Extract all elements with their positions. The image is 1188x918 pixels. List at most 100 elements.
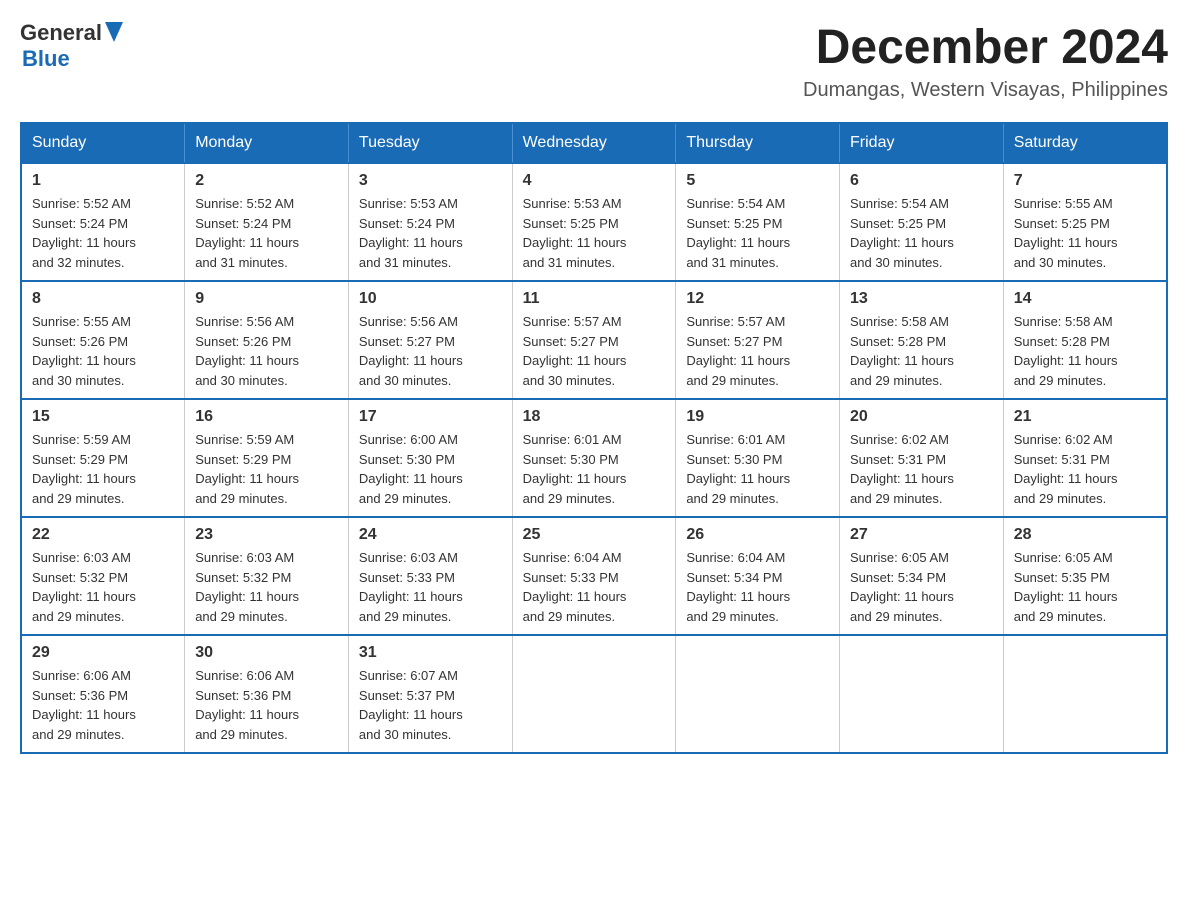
day-number: 2 (195, 172, 338, 190)
logo-arrow-icon (105, 22, 123, 42)
calendar-cell: 2 Sunrise: 5:52 AM Sunset: 5:24 PM Dayli… (185, 163, 349, 281)
day-number: 11 (523, 290, 666, 308)
header-saturday: Saturday (1003, 123, 1167, 163)
calendar-cell: 5 Sunrise: 5:54 AM Sunset: 5:25 PM Dayli… (676, 163, 840, 281)
day-info: Sunrise: 5:58 AM Sunset: 5:28 PM Dayligh… (850, 312, 993, 390)
day-number: 12 (686, 290, 829, 308)
day-info: Sunrise: 6:07 AM Sunset: 5:37 PM Dayligh… (359, 666, 502, 744)
calendar-cell (840, 635, 1004, 753)
calendar-cell: 7 Sunrise: 5:55 AM Sunset: 5:25 PM Dayli… (1003, 163, 1167, 281)
day-number: 4 (523, 172, 666, 190)
calendar-cell: 22 Sunrise: 6:03 AM Sunset: 5:32 PM Dayl… (21, 517, 185, 635)
header-wednesday: Wednesday (512, 123, 676, 163)
day-info: Sunrise: 5:55 AM Sunset: 5:26 PM Dayligh… (32, 312, 174, 390)
calendar-cell: 16 Sunrise: 5:59 AM Sunset: 5:29 PM Dayl… (185, 399, 349, 517)
calendar-cell: 13 Sunrise: 5:58 AM Sunset: 5:28 PM Dayl… (840, 281, 1004, 399)
calendar-cell: 6 Sunrise: 5:54 AM Sunset: 5:25 PM Dayli… (840, 163, 1004, 281)
calendar-cell: 29 Sunrise: 6:06 AM Sunset: 5:36 PM Dayl… (21, 635, 185, 753)
day-number: 13 (850, 290, 993, 308)
calendar-cell: 18 Sunrise: 6:01 AM Sunset: 5:30 PM Dayl… (512, 399, 676, 517)
week-row-5: 29 Sunrise: 6:06 AM Sunset: 5:36 PM Dayl… (21, 635, 1167, 753)
day-info: Sunrise: 6:03 AM Sunset: 5:32 PM Dayligh… (32, 548, 174, 626)
day-info: Sunrise: 5:54 AM Sunset: 5:25 PM Dayligh… (850, 194, 993, 272)
calendar-cell: 8 Sunrise: 5:55 AM Sunset: 5:26 PM Dayli… (21, 281, 185, 399)
calendar-cell: 1 Sunrise: 5:52 AM Sunset: 5:24 PM Dayli… (21, 163, 185, 281)
location-title: Dumangas, Western Visayas, Philippines (803, 79, 1168, 102)
calendar-cell: 21 Sunrise: 6:02 AM Sunset: 5:31 PM Dayl… (1003, 399, 1167, 517)
day-number: 9 (195, 290, 338, 308)
calendar-cell: 23 Sunrise: 6:03 AM Sunset: 5:32 PM Dayl… (185, 517, 349, 635)
header-sunday: Sunday (21, 123, 185, 163)
month-title: December 2024 (803, 20, 1168, 75)
calendar-cell (512, 635, 676, 753)
day-info: Sunrise: 6:05 AM Sunset: 5:34 PM Dayligh… (850, 548, 993, 626)
day-info: Sunrise: 6:02 AM Sunset: 5:31 PM Dayligh… (850, 430, 993, 508)
calendar-cell: 26 Sunrise: 6:04 AM Sunset: 5:34 PM Dayl… (676, 517, 840, 635)
day-number: 17 (359, 408, 502, 426)
day-info: Sunrise: 6:05 AM Sunset: 5:35 PM Dayligh… (1014, 548, 1156, 626)
day-info: Sunrise: 6:04 AM Sunset: 5:34 PM Dayligh… (686, 548, 829, 626)
calendar-cell: 4 Sunrise: 5:53 AM Sunset: 5:25 PM Dayli… (512, 163, 676, 281)
day-info: Sunrise: 5:55 AM Sunset: 5:25 PM Dayligh… (1014, 194, 1156, 272)
calendar-cell: 28 Sunrise: 6:05 AM Sunset: 5:35 PM Dayl… (1003, 517, 1167, 635)
day-info: Sunrise: 5:54 AM Sunset: 5:25 PM Dayligh… (686, 194, 829, 272)
day-info: Sunrise: 5:57 AM Sunset: 5:27 PM Dayligh… (523, 312, 666, 390)
day-number: 25 (523, 526, 666, 544)
day-info: Sunrise: 5:52 AM Sunset: 5:24 PM Dayligh… (195, 194, 338, 272)
calendar-cell: 17 Sunrise: 6:00 AM Sunset: 5:30 PM Dayl… (348, 399, 512, 517)
week-row-3: 15 Sunrise: 5:59 AM Sunset: 5:29 PM Dayl… (21, 399, 1167, 517)
day-info: Sunrise: 5:56 AM Sunset: 5:26 PM Dayligh… (195, 312, 338, 390)
logo-general: General (20, 21, 102, 45)
day-number: 26 (686, 526, 829, 544)
day-info: Sunrise: 5:56 AM Sunset: 5:27 PM Dayligh… (359, 312, 502, 390)
day-number: 19 (686, 408, 829, 426)
calendar-cell (1003, 635, 1167, 753)
calendar-cell: 19 Sunrise: 6:01 AM Sunset: 5:30 PM Dayl… (676, 399, 840, 517)
calendar-cell: 10 Sunrise: 5:56 AM Sunset: 5:27 PM Dayl… (348, 281, 512, 399)
day-number: 18 (523, 408, 666, 426)
day-number: 7 (1014, 172, 1156, 190)
day-number: 10 (359, 290, 502, 308)
header-friday: Friday (840, 123, 1004, 163)
day-info: Sunrise: 6:03 AM Sunset: 5:32 PM Dayligh… (195, 548, 338, 626)
day-number: 5 (686, 172, 829, 190)
day-info: Sunrise: 5:53 AM Sunset: 5:25 PM Dayligh… (523, 194, 666, 272)
day-number: 20 (850, 408, 993, 426)
day-info: Sunrise: 6:04 AM Sunset: 5:33 PM Dayligh… (523, 548, 666, 626)
day-number: 15 (32, 408, 174, 426)
day-info: Sunrise: 6:00 AM Sunset: 5:30 PM Dayligh… (359, 430, 502, 508)
logo: General Blue (20, 20, 123, 71)
day-number: 31 (359, 644, 502, 662)
calendar-cell: 12 Sunrise: 5:57 AM Sunset: 5:27 PM Dayl… (676, 281, 840, 399)
calendar-cell: 25 Sunrise: 6:04 AM Sunset: 5:33 PM Dayl… (512, 517, 676, 635)
logo-blue: Blue (22, 47, 123, 71)
calendar-cell: 11 Sunrise: 5:57 AM Sunset: 5:27 PM Dayl… (512, 281, 676, 399)
header-thursday: Thursday (676, 123, 840, 163)
calendar-cell: 31 Sunrise: 6:07 AM Sunset: 5:37 PM Dayl… (348, 635, 512, 753)
page-header: General Blue December 2024 Dumangas, Wes… (20, 20, 1168, 102)
day-number: 3 (359, 172, 502, 190)
day-info: Sunrise: 6:06 AM Sunset: 5:36 PM Dayligh… (195, 666, 338, 744)
day-info: Sunrise: 6:01 AM Sunset: 5:30 PM Dayligh… (523, 430, 666, 508)
day-info: Sunrise: 6:02 AM Sunset: 5:31 PM Dayligh… (1014, 430, 1156, 508)
day-number: 1 (32, 172, 174, 190)
title-block: December 2024 Dumangas, Western Visayas,… (803, 20, 1168, 102)
day-info: Sunrise: 5:59 AM Sunset: 5:29 PM Dayligh… (32, 430, 174, 508)
day-number: 23 (195, 526, 338, 544)
day-number: 29 (32, 644, 174, 662)
day-info: Sunrise: 6:01 AM Sunset: 5:30 PM Dayligh… (686, 430, 829, 508)
calendar-header-row: SundayMondayTuesdayWednesdayThursdayFrid… (21, 123, 1167, 163)
day-number: 6 (850, 172, 993, 190)
day-info: Sunrise: 5:59 AM Sunset: 5:29 PM Dayligh… (195, 430, 338, 508)
day-number: 21 (1014, 408, 1156, 426)
day-number: 27 (850, 526, 993, 544)
day-number: 16 (195, 408, 338, 426)
day-number: 30 (195, 644, 338, 662)
day-info: Sunrise: 6:03 AM Sunset: 5:33 PM Dayligh… (359, 548, 502, 626)
day-info: Sunrise: 5:52 AM Sunset: 5:24 PM Dayligh… (32, 194, 174, 272)
calendar-cell: 24 Sunrise: 6:03 AM Sunset: 5:33 PM Dayl… (348, 517, 512, 635)
day-number: 28 (1014, 526, 1156, 544)
calendar-cell: 30 Sunrise: 6:06 AM Sunset: 5:36 PM Dayl… (185, 635, 349, 753)
day-number: 8 (32, 290, 174, 308)
day-number: 14 (1014, 290, 1156, 308)
